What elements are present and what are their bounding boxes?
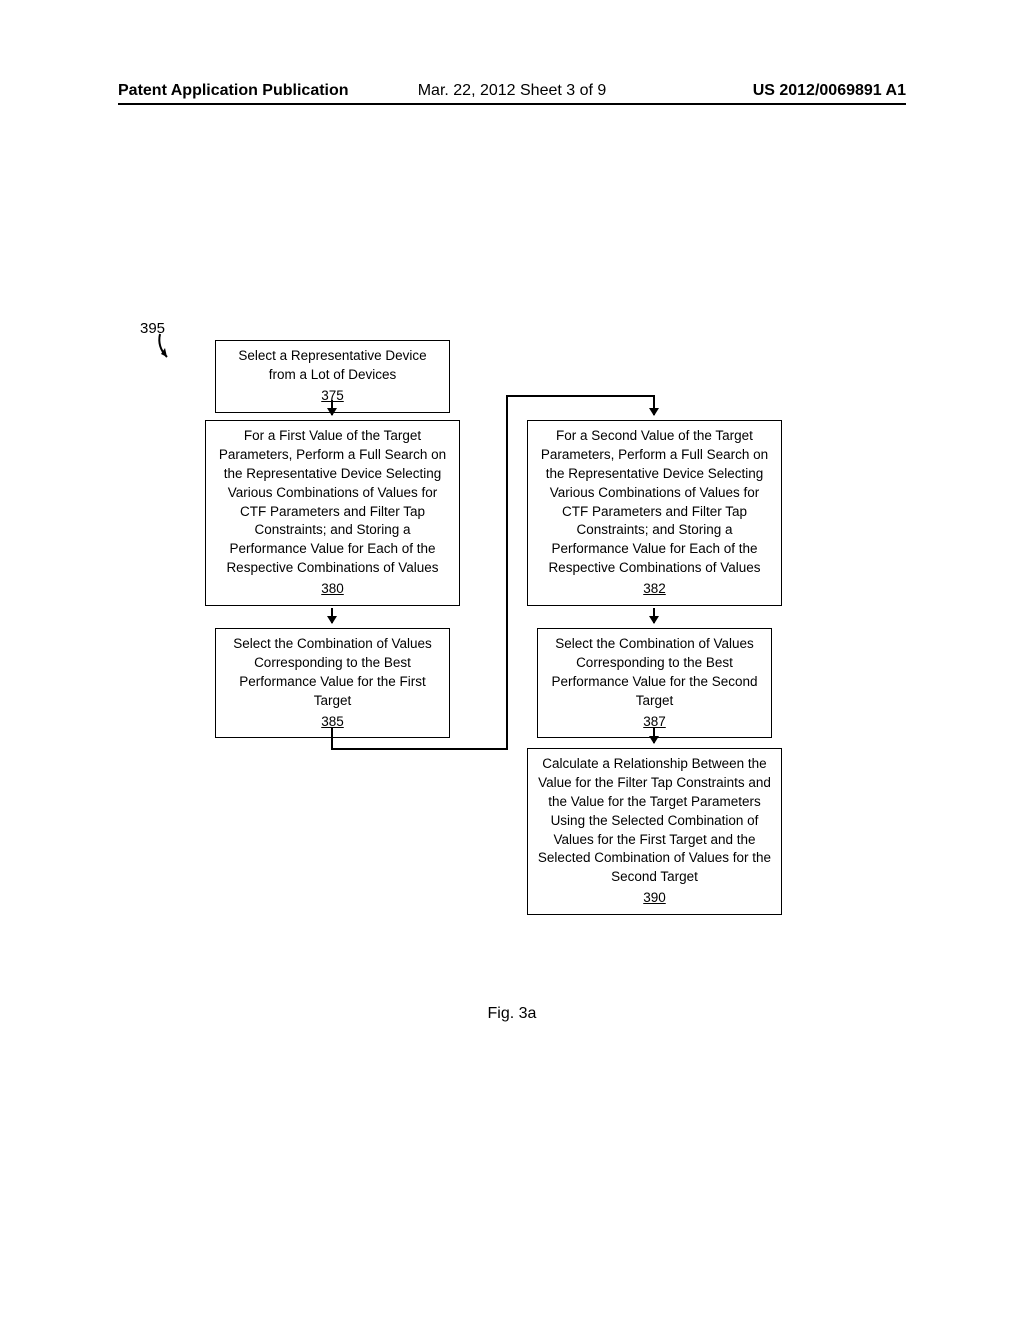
box-390: Calculate a Relationship Between the Val… xyxy=(527,748,782,915)
header-divider xyxy=(118,103,906,105)
box-380-text: For a First Value of the Target Paramete… xyxy=(219,428,446,575)
box-382: For a Second Value of the Target Paramet… xyxy=(527,420,782,606)
figure-label: Fig. 3a xyxy=(0,1005,1024,1023)
arrow-380-385 xyxy=(331,608,333,623)
arrow-382-387 xyxy=(653,608,655,623)
box-390-num: 390 xyxy=(536,889,773,908)
header-center: Mar. 22, 2012 Sheet 3 of 9 xyxy=(418,82,607,100)
connector-385-down xyxy=(331,728,333,748)
header-left: Patent Application Publication xyxy=(118,82,349,100)
flow-reference-arrow xyxy=(155,332,185,367)
box-375-text: Select a Representative Device from a Lo… xyxy=(238,348,426,382)
arrow-375-380 xyxy=(331,400,333,415)
box-387-text: Select the Combination of Values Corresp… xyxy=(551,636,757,708)
box-380-num: 380 xyxy=(214,580,451,599)
box-387: Select the Combination of Values Corresp… xyxy=(537,628,772,738)
arrow-into-382 xyxy=(653,395,655,415)
box-390-text: Calculate a Relationship Between the Val… xyxy=(538,756,771,884)
box-382-num: 382 xyxy=(536,580,773,599)
box-385-text: Select the Combination of Values Corresp… xyxy=(233,636,432,708)
box-380: For a First Value of the Target Paramete… xyxy=(205,420,460,606)
box-382-text: For a Second Value of the Target Paramet… xyxy=(541,428,768,575)
arrow-387-390 xyxy=(653,728,655,743)
connector-horizontal xyxy=(331,748,506,750)
connector-up-right xyxy=(506,395,508,750)
connector-top-right xyxy=(506,395,654,397)
header-right: US 2012/0069891 A1 xyxy=(753,82,906,100)
box-385: Select the Combination of Values Corresp… xyxy=(215,628,450,738)
